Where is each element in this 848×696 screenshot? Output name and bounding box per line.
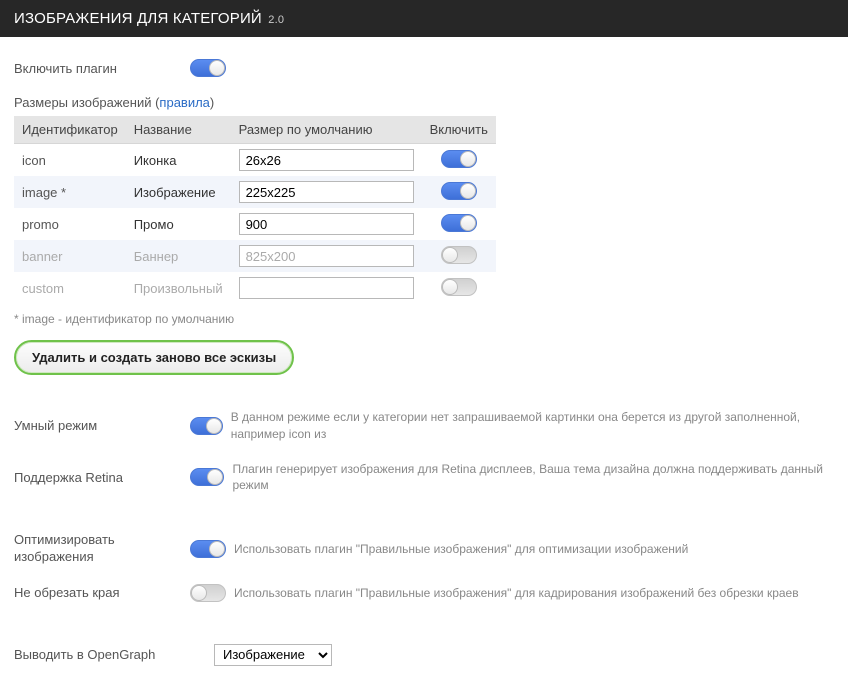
row-id: banner [14,240,126,272]
row-name: Иконка [126,144,231,177]
table-row: bannerБаннер [14,240,496,272]
row-enable-toggle[interactable] [441,278,477,296]
table-row: promoПромо [14,208,496,240]
regenerate-button[interactable]: Удалить и создать заново все эскизы [14,340,294,375]
optimize-label: Оптимизировать изображения [14,532,190,566]
sizes-section-title: Размеры изображений (правила) [14,95,834,110]
retina-label: Поддержка Retina [14,470,190,485]
col-name: Название [126,116,231,144]
row-name: Промо [126,208,231,240]
col-size: Размер по умолчанию [231,116,422,144]
page-version: 2.0 [268,14,284,26]
nocrop-label: Не обрезать края [14,585,190,600]
smart-mode-label: Умный режим [14,418,190,433]
row-id: icon [14,144,126,177]
row-enable-toggle[interactable] [441,246,477,264]
sizes-table: Идентификатор Название Размер по умолчан… [14,116,496,304]
optimize-toggle[interactable] [190,540,226,558]
table-row: iconИконка [14,144,496,177]
col-id: Идентификатор [14,116,126,144]
size-input[interactable] [239,149,414,171]
row-name: Изображение [126,176,231,208]
nocrop-toggle[interactable] [190,584,226,602]
opengraph-select[interactable]: Изображение [214,644,332,666]
sizes-footnote: * image - идентификатор по умолчанию [14,312,834,326]
page-title: ИЗОБРАЖЕНИЯ ДЛЯ КАТЕГОРИЙ [14,10,262,27]
page-header: ИЗОБРАЖЕНИЯ ДЛЯ КАТЕГОРИЙ 2.0 [0,0,848,37]
nocrop-hint: Использовать плагин "Правильные изображе… [234,585,799,602]
row-enable-toggle[interactable] [441,214,477,232]
row-name: Произвольный [126,272,231,304]
row-id: image * [14,176,126,208]
rules-link[interactable]: правила [159,95,209,110]
optimize-hint: Использовать плагин "Правильные изображе… [234,541,688,558]
row-enable-toggle[interactable] [441,150,477,168]
retina-hint: Плагин генерирует изображения для Retina… [232,461,834,495]
size-input[interactable] [239,245,414,267]
retina-toggle[interactable] [190,468,224,486]
row-name: Баннер [126,240,231,272]
table-row: customПроизвольный [14,272,496,304]
smart-mode-hint: В данном режиме если у категории нет зап… [231,409,834,443]
opengraph-label: Выводить в OpenGraph [14,647,214,662]
size-input[interactable] [239,213,414,235]
row-enable-toggle[interactable] [441,182,477,200]
enable-plugin-label: Включить плагин [14,61,190,76]
enable-plugin-toggle[interactable] [190,59,226,77]
row-id: promo [14,208,126,240]
size-input[interactable] [239,277,414,299]
size-input[interactable] [239,181,414,203]
table-row: image *Изображение [14,176,496,208]
col-enable: Включить [422,116,496,144]
smart-mode-toggle[interactable] [190,417,223,435]
row-id: custom [14,272,126,304]
